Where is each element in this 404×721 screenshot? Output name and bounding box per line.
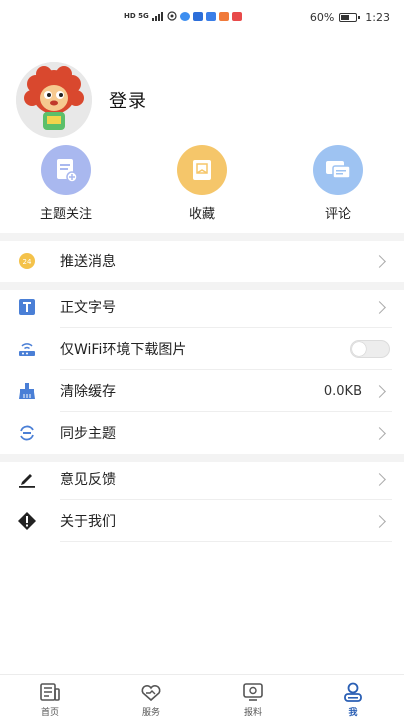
tab-service[interactable]: 服务 [121,681,181,718]
setting-clear-cache[interactable]: 清除缓存 0.0KB [0,370,404,412]
quick-actions: 主题关注 收藏 评论 [0,145,404,222]
login-label[interactable]: 登录 [109,87,147,113]
mascot-lion-icon [16,62,92,138]
row-separator [60,541,392,542]
status-right: 60% 1:23 [310,11,390,24]
chevron-right-icon [373,254,386,268]
setting-wifi-images-label: 仅WiFi环境下载图片 [60,342,187,358]
report-icon [223,681,283,703]
setting-font-size[interactable]: 正文字号 [0,286,404,328]
info-diamond-icon [17,511,37,531]
home-news-icon [20,681,80,703]
setting-about-label: 关于我们 [60,514,116,530]
user-icon [323,681,383,703]
bottom-tab-bar: 首页 服务 报料 我 [0,674,404,721]
tab-home-label: 首页 [40,708,59,718]
avatar[interactable] [16,62,92,138]
chevron-right-icon [373,472,386,486]
signal-icon [151,11,163,21]
app-notification-icon [167,11,177,21]
wifi-router-icon [17,339,37,359]
setting-wifi-images[interactable]: 仅WiFi环境下载图片 [0,328,404,370]
profile-header[interactable]: 登录 [16,62,147,138]
push-badge-text: 24 [23,258,32,266]
push-message-icon: 24 [17,251,37,271]
setting-clear-cache-label: 清除缓存 [60,384,116,400]
quick-favorites-label: 收藏 [188,207,215,222]
setting-push-label: 推送消息 [60,254,116,270]
toggle-knob [352,342,366,356]
setting-sync-topics-label: 同步主题 [60,426,116,442]
quick-comments-label: 评论 [324,207,351,222]
service-icon [121,681,181,703]
clear-cache-icon [17,381,37,401]
topic-follow-icon [41,145,91,195]
battery-fill [341,15,350,20]
sync-icon [17,423,37,443]
setting-font-size-label: 正文字号 [60,300,116,316]
battery-percent: 60% [309,11,335,24]
font-size-icon [17,297,37,317]
notification-app-icon [192,11,203,21]
setting-feedback-label: 意见反馈 [60,472,116,488]
comments-icon [313,145,363,195]
status-bar: HD 5G 60% 1:23 [0,0,404,36]
tab-me-label: 我 [348,708,358,718]
tab-me[interactable]: 我 [323,681,383,718]
quick-comments[interactable]: 评论 [288,145,388,222]
pencil-icon [17,469,37,489]
tab-service-label: 服务 [141,708,160,718]
quick-favorites[interactable]: 收藏 [152,145,252,222]
chevron-right-icon [373,384,386,398]
notification-app-icon [218,11,229,21]
notification-app-icon [231,11,242,21]
notification-app-icon [205,11,216,21]
chevron-right-icon [373,300,386,314]
battery-icon [339,13,361,22]
chevron-right-icon [373,514,386,528]
clock: 1:23 [365,11,390,24]
wifi-images-toggle[interactable] [350,340,390,358]
tab-home[interactable]: 首页 [20,681,80,718]
tab-report-label: 报料 [243,708,262,718]
setting-about[interactable]: 关于我们 [0,500,404,542]
notification-app-icon [179,11,190,21]
quick-topic-follow-label: 主题关注 [39,207,92,222]
chevron-right-icon [373,426,386,440]
setting-push-messages[interactable]: 24 推送消息 [0,240,404,282]
setting-sync-topics[interactable]: 同步主题 [0,412,404,454]
tab-report[interactable]: 报料 [223,681,283,718]
quick-topic-follow[interactable]: 主题关注 [16,145,116,222]
status-icons: HD 5G [124,11,242,21]
cache-size-value: 0.0KB [323,383,362,399]
network-indicator: HD 5G [124,12,149,20]
setting-feedback[interactable]: 意见反馈 [0,458,404,500]
favorites-icon [177,145,227,195]
